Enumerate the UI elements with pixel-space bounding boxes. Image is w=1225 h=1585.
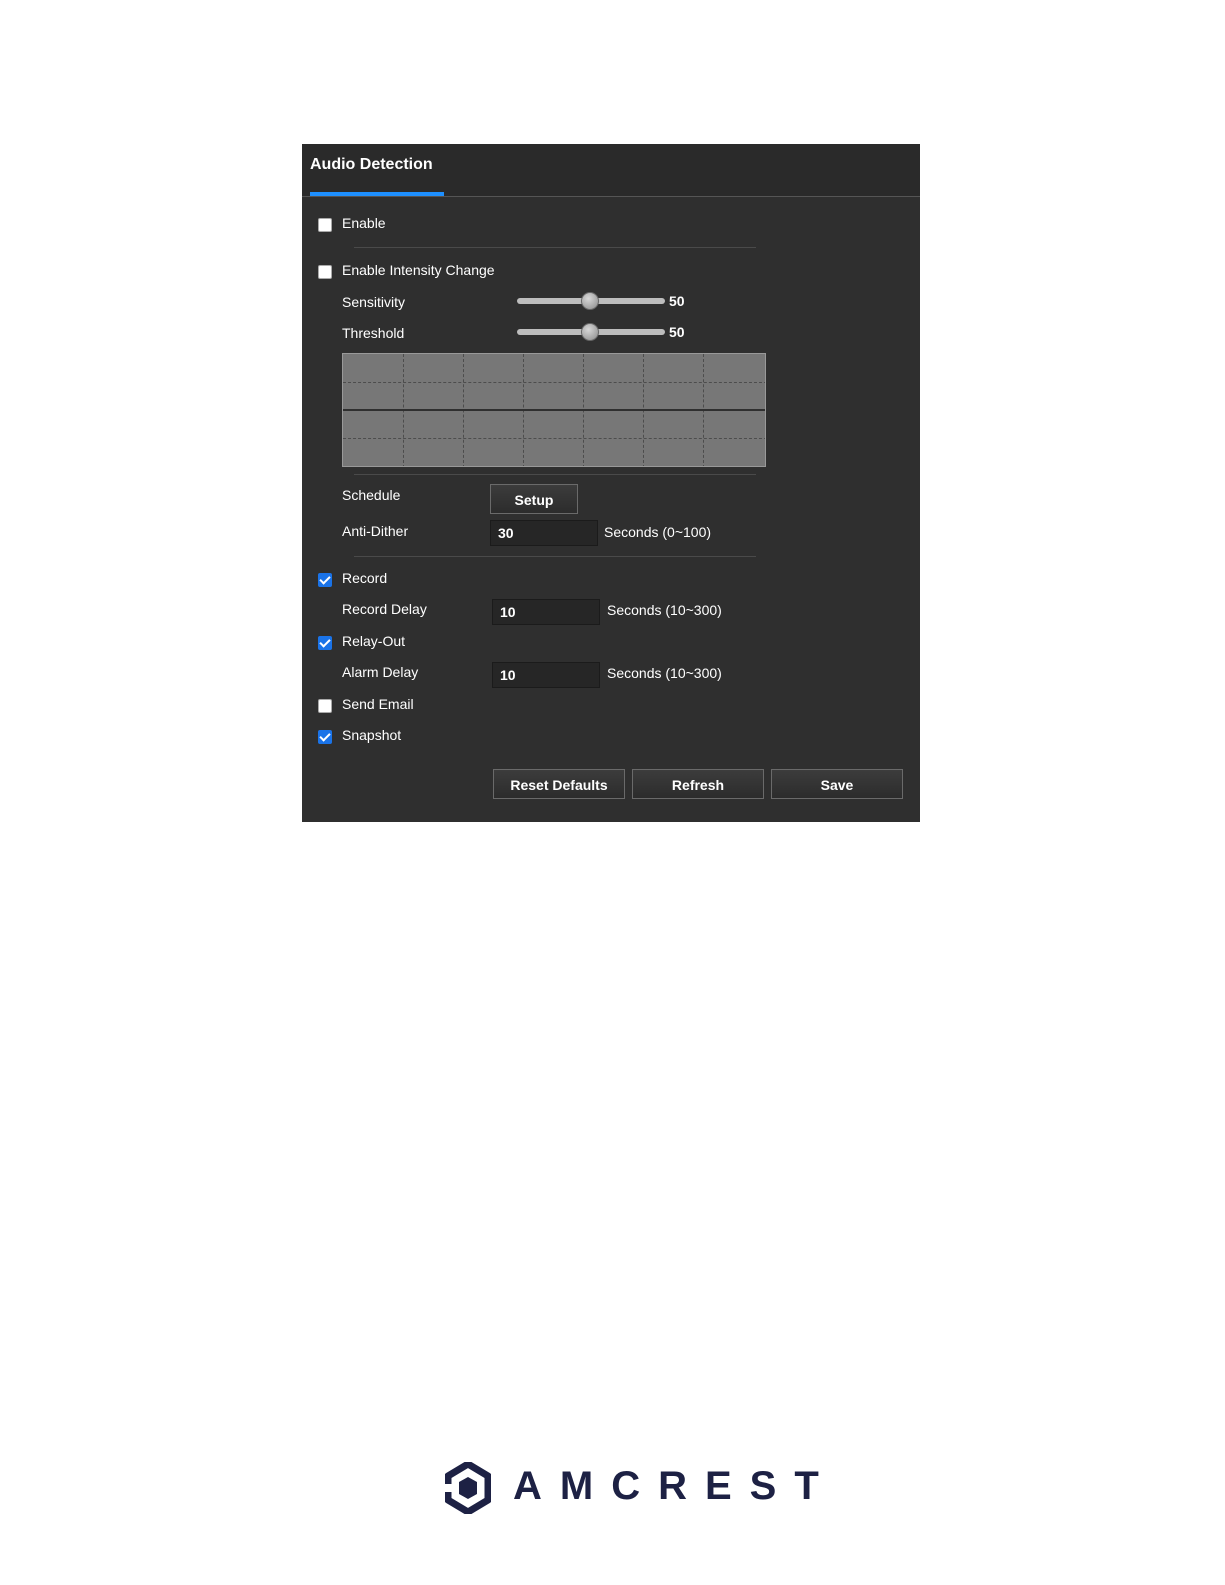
enable-checkbox[interactable] — [318, 218, 332, 232]
divider — [354, 247, 756, 248]
graph-threshold-line — [343, 409, 765, 411]
alarm-delay-unit: Seconds (10~300) — [607, 665, 722, 681]
amcrest-logo-text: AMCREST — [513, 1464, 837, 1508]
threshold-slider-handle[interactable] — [581, 323, 599, 341]
reset-defaults-button[interactable]: Reset Defaults — [493, 769, 625, 799]
record-checkbox[interactable] — [318, 573, 332, 587]
refresh-button[interactable]: Refresh — [632, 769, 764, 799]
anti-dither-unit: Seconds (0~100) — [604, 524, 712, 540]
alarm-delay-input[interactable]: 10 — [492, 662, 600, 688]
amcrest-logo: AMCREST — [445, 1462, 819, 1514]
alarm-delay-label: Alarm Delay — [342, 664, 419, 680]
relay-out-label: Relay-Out — [342, 633, 406, 649]
sensitivity-slider-handle[interactable] — [581, 292, 599, 310]
divider — [354, 474, 756, 475]
tab-audio-detection[interactable]: Audio Detection — [310, 156, 433, 174]
tab-bar: Audio Detection — [302, 144, 920, 197]
send-email-checkbox[interactable] — [318, 699, 332, 713]
sensitivity-label: Sensitivity — [342, 294, 406, 310]
record-label: Record — [342, 570, 388, 586]
amcrest-logo-icon — [445, 1462, 491, 1514]
snapshot-checkbox[interactable] — [318, 730, 332, 744]
send-email-label: Send Email — [342, 696, 414, 712]
intensity-change-checkbox[interactable] — [318, 265, 332, 279]
record-delay-input[interactable]: 10 — [492, 599, 600, 625]
relay-out-checkbox[interactable] — [318, 636, 332, 650]
schedule-label: Schedule — [342, 487, 401, 503]
threshold-label: Threshold — [342, 325, 405, 341]
graph-gridline — [343, 382, 765, 383]
save-button[interactable]: Save — [771, 769, 903, 799]
anti-dither-label: Anti-Dither — [342, 523, 409, 539]
anti-dither-input[interactable]: 30 — [490, 520, 598, 546]
schedule-setup-button[interactable]: Setup — [490, 484, 578, 514]
active-tab-indicator — [310, 192, 444, 196]
audio-intensity-graph — [342, 353, 766, 467]
graph-gridline — [343, 438, 765, 439]
divider — [354, 556, 756, 557]
intensity-change-label: Enable Intensity Change — [342, 262, 495, 278]
snapshot-label: Snapshot — [342, 727, 402, 743]
audio-detection-panel: Audio Detection Enable Enable Intensity … — [302, 144, 920, 822]
record-delay-label: Record Delay — [342, 601, 427, 617]
enable-label: Enable — [342, 215, 386, 231]
sensitivity-value: 50 — [669, 293, 685, 309]
threshold-value: 50 — [669, 324, 685, 340]
record-delay-unit: Seconds (10~300) — [607, 602, 722, 618]
